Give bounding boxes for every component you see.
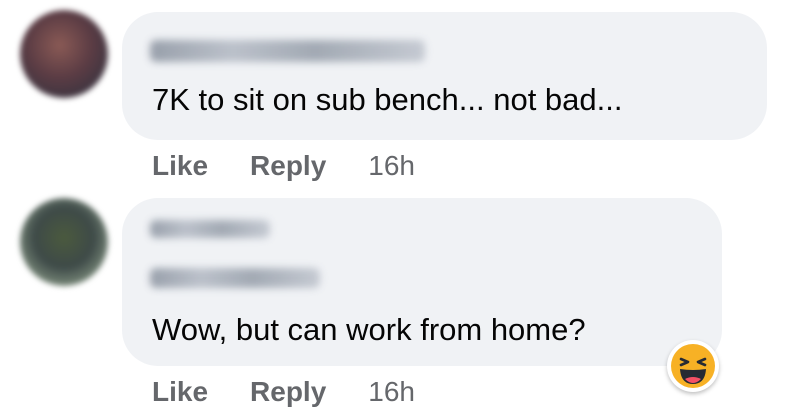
comment-bubble: Wow, but can work from home? [122,198,722,366]
commenter-avatar[interactable] [20,10,108,98]
comment-2: Wow, but can work from home? Like Reply … [0,190,800,416]
author-name-redacted[interactable] [150,268,320,288]
like-button[interactable]: Like [152,150,208,182]
comment-actions: Like Reply 16h [152,150,415,182]
haha-icon [671,344,715,388]
comment-timestamp[interactable]: 16h [368,376,415,408]
comment-1: 7K to sit on sub bench... not bad... Lik… [0,0,800,190]
comment-timestamp[interactable]: 16h [368,150,415,182]
reply-button[interactable]: Reply [250,150,326,182]
like-button[interactable]: Like [152,376,208,408]
author-name-redacted[interactable] [150,40,425,62]
comment-actions: Like Reply 16h [152,376,415,408]
comment-text: Wow, but can work from home? [152,312,586,347]
comment-bubble: 7K to sit on sub bench... not bad... [122,12,767,140]
reaction-badge[interactable] [667,340,719,392]
reply-button[interactable]: Reply [250,376,326,408]
commenter-avatar[interactable] [20,198,108,286]
comment-text: 7K to sit on sub bench... not bad... [152,82,623,117]
author-badge-redacted [150,220,270,238]
